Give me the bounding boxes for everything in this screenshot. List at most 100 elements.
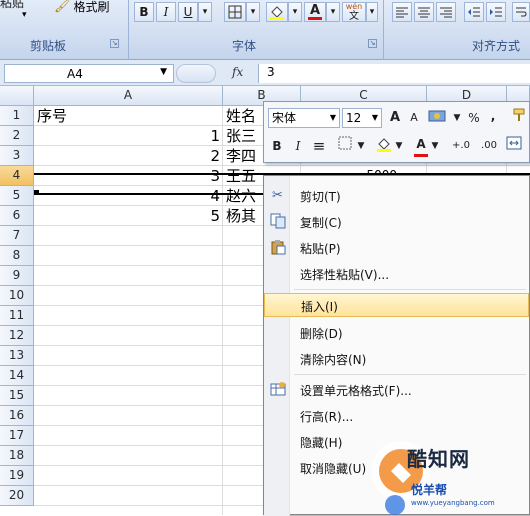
mini-border-button[interactable]	[334, 136, 356, 156]
row-header-1[interactable]: 1	[0, 106, 34, 126]
mini-font-size[interactable]: 12 ▼	[342, 108, 382, 128]
row-header-2[interactable]: 2	[0, 126, 34, 146]
cell-a3[interactable]: 2	[34, 146, 220, 166]
menu-item-copy[interactable]: 复制(C)	[264, 210, 529, 234]
menu-item-hide[interactable]: 隐藏(H)	[264, 430, 529, 454]
phonetic-button[interactable]: wén 文	[342, 2, 366, 22]
mini-fill-color-button[interactable]	[374, 136, 394, 156]
row-header-3[interactable]: 3	[0, 146, 34, 166]
formula-input[interactable]: 3	[258, 64, 530, 83]
row-header-13[interactable]: 13	[0, 346, 34, 366]
menu-item-paste[interactable]: 粘贴(P)	[264, 236, 529, 260]
column-header-a[interactable]: A	[34, 86, 223, 106]
border-icon	[228, 5, 242, 19]
mini-font-size-dropdown-icon[interactable]: ▼	[372, 109, 378, 127]
mini-border-dropdown-icon[interactable]: ▼	[356, 136, 366, 156]
menu-item-insert[interactable]: 插入(I)	[264, 293, 529, 317]
font-color-button[interactable]: A	[304, 2, 326, 22]
decrease-indent-button[interactable]	[464, 2, 484, 22]
row-header-11[interactable]: 11	[0, 306, 34, 326]
clipboard-launcher-icon[interactable]: ↘	[110, 39, 119, 48]
phonetic-dropdown[interactable]: ▾	[366, 2, 378, 22]
accounting-dropdown-icon[interactable]: ▼	[452, 108, 462, 128]
row-header-5[interactable]: 5	[0, 186, 34, 206]
paste-dropdown-icon[interactable]: ▾	[22, 10, 27, 20]
underline-dropdown[interactable]: ▾	[198, 2, 212, 22]
row-header-19[interactable]: 19	[0, 466, 34, 486]
menu-item-paste-special[interactable]: 选择性粘贴(V)...	[264, 262, 529, 286]
percent-button[interactable]: %	[466, 108, 482, 128]
row-header-15[interactable]: 15	[0, 386, 34, 406]
border-dropdown[interactable]: ▾	[246, 2, 260, 22]
mini-font-name[interactable]: 宋体 ▼	[268, 108, 340, 128]
row-header-8[interactable]: 8	[0, 246, 34, 266]
cell-a2[interactable]: 1	[34, 126, 220, 146]
menu-item-delete[interactable]: 删除(D)	[264, 321, 529, 345]
fill-color-dropdown[interactable]: ▾	[288, 2, 302, 22]
mini-toolbar: 宋体 ▼ 12 ▼ A A ▼ % , B I ≡ ▼ ▼ A ▼ +.0 .0…	[263, 101, 530, 163]
scissors-icon: ✂	[272, 188, 283, 203]
row-header-12[interactable]: 12	[0, 326, 34, 346]
cell-a1[interactable]: 序号	[37, 106, 217, 126]
row-header-14[interactable]: 14	[0, 366, 34, 386]
decrease-decimal-button[interactable]: .00	[476, 136, 502, 156]
row-header-9[interactable]: 9	[0, 266, 34, 286]
menu-item-row-height[interactable]: 行高(R)...	[264, 404, 529, 428]
accounting-format-button[interactable]	[426, 108, 450, 128]
underline-button[interactable]: U	[178, 2, 198, 22]
menu-item-label: 行高(R)...	[300, 410, 354, 424]
fill-handle[interactable]	[34, 190, 39, 195]
row-header-7[interactable]: 7	[0, 226, 34, 246]
menu-item-clear-contents[interactable]: 清除内容(N)	[264, 347, 529, 371]
mini-italic-button[interactable]: I	[290, 136, 306, 156]
group-divider	[128, 0, 129, 60]
row-header-17[interactable]: 17	[0, 426, 34, 446]
formula-bar-resize-handle[interactable]	[176, 64, 216, 83]
name-box[interactable]: A4 ▼	[4, 64, 174, 83]
select-all-corner[interactable]	[0, 86, 34, 106]
mini-font-color-button[interactable]: A	[412, 134, 430, 154]
menu-item-cut[interactable]: ✂ 剪切(T)	[264, 184, 529, 208]
mini-font-color-dropdown-icon[interactable]: ▼	[430, 136, 440, 156]
menu-item-label: 插入(I)	[301, 300, 338, 314]
increase-decimal-button[interactable]: +.0	[448, 136, 474, 156]
grow-font-button[interactable]: A	[386, 108, 404, 128]
formula-bar: A4 ▼ fx 3	[0, 60, 530, 86]
row-header-6[interactable]: 6	[0, 206, 34, 226]
font-color-dropdown[interactable]: ▾	[326, 2, 340, 22]
menu-item-unhide[interactable]: 取消隐藏(U)	[264, 456, 529, 480]
align-right-button[interactable]	[436, 2, 456, 22]
insert-function-button[interactable]: fx	[232, 65, 243, 79]
mini-font-name-dropdown-icon[interactable]: ▼	[330, 109, 336, 127]
align-left-button[interactable]	[392, 2, 412, 22]
row-header-18[interactable]: 18	[0, 446, 34, 466]
italic-button[interactable]: I	[156, 2, 176, 22]
font-launcher-icon[interactable]: ↘	[368, 39, 377, 48]
row-header-20[interactable]: 20	[0, 486, 34, 506]
comma-button[interactable]: ,	[486, 106, 500, 126]
menu-separator	[294, 374, 526, 375]
border-button[interactable]	[224, 2, 246, 22]
mini-fill-dropdown-icon[interactable]: ▼	[394, 136, 404, 156]
row-header-10[interactable]: 10	[0, 286, 34, 306]
merge-center-button[interactable]	[504, 136, 524, 156]
paste-icon	[269, 239, 286, 256]
format-painter-mini-button[interactable]	[512, 108, 526, 128]
shrink-font-button[interactable]: A	[406, 108, 422, 128]
mini-font-color-swatch	[414, 154, 428, 157]
wrap-text-button[interactable]	[512, 2, 530, 22]
format-painter-button[interactable]: 🖌 格式刷	[54, 0, 110, 15]
bold-button[interactable]: B	[134, 2, 154, 22]
mini-center-button[interactable]: ≡	[310, 136, 328, 156]
mini-bold-button[interactable]: B	[268, 136, 286, 156]
increase-indent-button[interactable]	[486, 2, 506, 22]
menu-item-format-cells[interactable]: 设置单元格格式(F)...	[264, 378, 529, 402]
group-divider	[383, 0, 384, 60]
row-header-16[interactable]: 16	[0, 406, 34, 426]
row-header-4[interactable]: 4	[0, 166, 34, 186]
menu-item-label: 复制(C)	[300, 216, 342, 230]
fill-color-button[interactable]	[266, 2, 288, 22]
align-center-button[interactable]	[414, 2, 434, 22]
name-box-dropdown-icon[interactable]: ▼	[160, 67, 167, 77]
cell-a6[interactable]: 5	[34, 206, 220, 226]
